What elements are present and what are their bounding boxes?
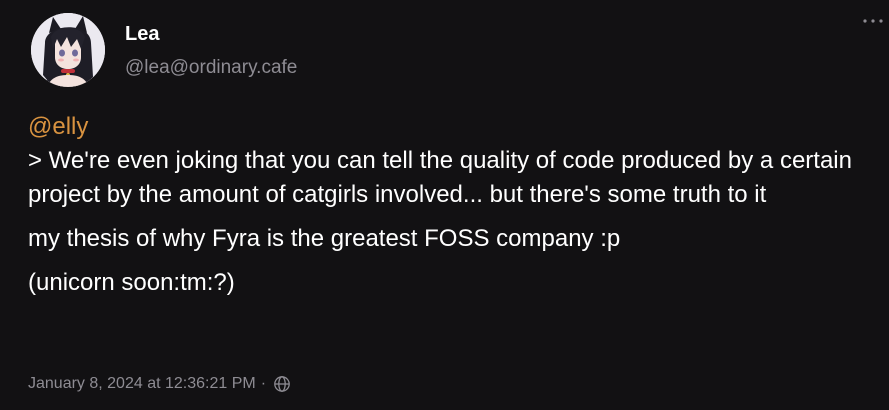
post-meta: January 8, 2024 at 12:36:21 PM · (28, 374, 291, 394)
globe-icon (273, 375, 291, 393)
post-paragraph: my thesis of why Fyra is the greatest FO… (28, 225, 621, 252)
more-horizontal-icon (863, 19, 883, 23)
more-options-button[interactable] (858, 10, 888, 36)
avatar[interactable] (31, 13, 105, 87)
author-display-name[interactable]: Lea (125, 22, 159, 46)
meta-separator: · (260, 375, 267, 392)
post-timestamp[interactable]: January 8, 2024 at 12:36:21 PM (28, 374, 256, 394)
author-handle[interactable]: @lea@ordinary.cafe (125, 57, 297, 79)
mention-paragraph: @elly (28, 110, 878, 144)
quote-text: > We're even joking that you can tell th… (28, 147, 852, 208)
mention-link[interactable]: @elly (28, 113, 88, 140)
post-card: Lea @lea@ordinary.cafe @elly > We're eve… (0, 0, 889, 410)
post-paragraph: (unicorn soon:tm:?) (28, 269, 235, 296)
avatar-image (31, 13, 105, 87)
post-content: @elly > We're even joking that you can t… (28, 110, 878, 300)
